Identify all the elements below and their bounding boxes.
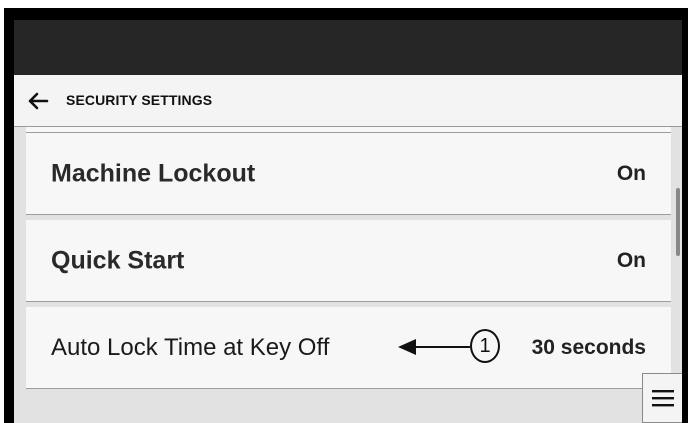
setting-label: Machine Lockout <box>51 159 256 187</box>
menu-button[interactable] <box>642 373 682 423</box>
callout-annotation: 1 <box>398 327 516 367</box>
setting-row-quick-start[interactable]: Quick Start On <box>26 220 671 302</box>
status-bar <box>14 20 682 75</box>
hamburger-menu-icon <box>651 390 674 407</box>
scrollbar[interactable] <box>676 188 680 256</box>
setting-value: 30 seconds <box>531 335 646 359</box>
page-header: SECURITY SETTINGS <box>14 75 682 127</box>
page-title: SECURITY SETTINGS <box>66 92 213 108</box>
setting-label: Auto Lock Time at Key Off <box>51 333 330 361</box>
setting-label: Quick Start <box>51 246 185 274</box>
setting-value: On <box>616 161 646 185</box>
setting-row-auto-lock-time[interactable]: Auto Lock Time at Key Off 1 30 seconds <box>26 307 671 389</box>
callout-number: 1 <box>470 329 500 363</box>
settings-list: Machine Lockout On Quick Start On Auto L… <box>26 127 671 423</box>
arrow-left-icon <box>28 92 49 110</box>
setting-row-machine-lockout[interactable]: Machine Lockout On <box>26 133 671 215</box>
display-screen: SECURITY SETTINGS Machine Lockout On Qui… <box>14 20 682 423</box>
back-button[interactable] <box>22 87 54 115</box>
setting-value: On <box>616 248 646 272</box>
callout-arrow-icon <box>398 339 470 355</box>
